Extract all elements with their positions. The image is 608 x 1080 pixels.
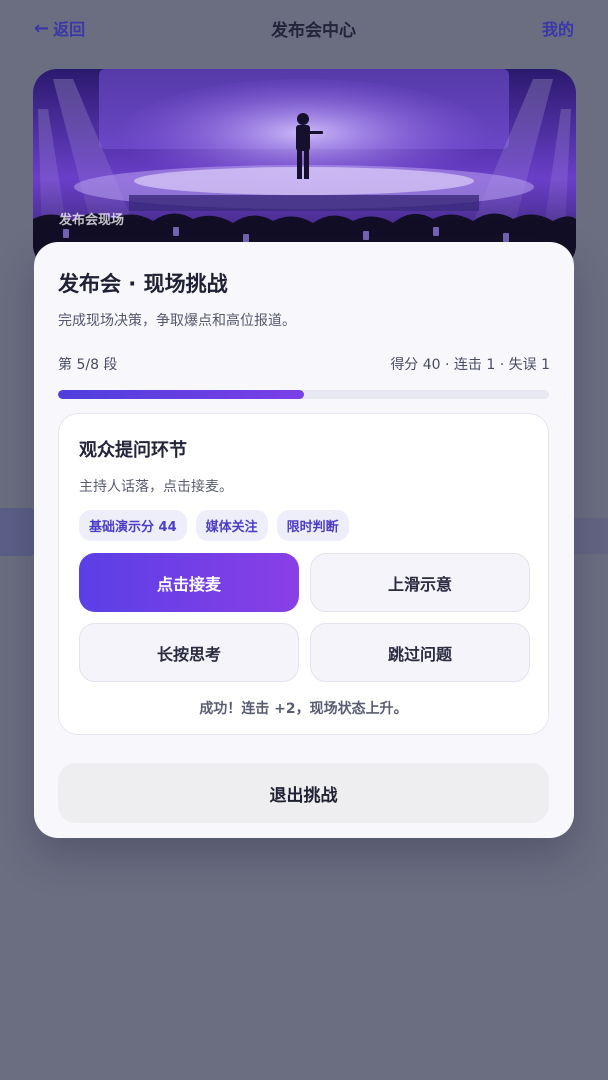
back-label: 返回 <box>53 20 86 39</box>
question-title: 观众提问环节 <box>79 440 187 461</box>
modal-title: 发布会 · 现场挑战 <box>58 272 228 296</box>
stage-illustration <box>33 69 576 269</box>
modal-subtitle: 完成现场决策，争取爆点和高位报道。 <box>58 313 296 329</box>
page-title: 发布会中心 <box>271 20 357 41</box>
option-button-long-press[interactable]: 长按思考 <box>79 623 299 682</box>
banner-caption: 发布会现场 <box>59 213 125 228</box>
segment-label: 第 5/8 段 <box>58 357 118 373</box>
tag-list: 基础演示分 44 媒体关注 限时判断 <box>79 510 528 541</box>
tag-badge: 限时判断 <box>276 510 349 541</box>
progress-fill <box>58 390 304 399</box>
option-button-take-mic[interactable]: 点击接麦 <box>79 553 299 612</box>
question-subtitle: 主持人话落，点击接麦。 <box>79 479 233 495</box>
progress-info: 第 5/8 段 得分 40 · 连击 1 · 失误 1 <box>58 354 550 374</box>
top-bar: ← 返回 发布会中心 我的 <box>0 0 608 56</box>
tag-badge: 基础演示分 44 <box>79 510 187 541</box>
tag-badge: 媒体关注 <box>195 510 268 541</box>
background-strip <box>574 518 608 554</box>
stats-label: 得分 40 · 连击 1 · 失误 1 <box>390 357 550 373</box>
option-grid: 点击接麦 上滑示意 长按思考 跳过问题 <box>79 553 530 682</box>
question-card: 观众提问环节 主持人话落，点击接麦。 基础演示分 44 媒体关注 限时判断 点击… <box>58 413 549 735</box>
exit-challenge-button[interactable]: 退出挑战 <box>58 763 549 823</box>
background-strip <box>0 508 34 556</box>
option-button-skip[interactable]: 跳过问题 <box>310 623 530 682</box>
option-button-swipe-up[interactable]: 上滑示意 <box>310 553 530 612</box>
challenge-modal: 发布会 · 现场挑战 完成现场决策，争取爆点和高位报道。 第 5/8 段 得分 … <box>34 242 574 838</box>
feedback-text: 成功！连击 +2，现场状态上升。 <box>199 701 408 717</box>
mine-link[interactable]: 我的 <box>542 16 574 40</box>
banner-image: 发布会现场 <box>33 69 576 269</box>
back-button[interactable]: ← 返回 <box>34 16 85 40</box>
progress-bar <box>58 390 549 399</box>
arrow-left-icon: ← <box>34 17 50 39</box>
